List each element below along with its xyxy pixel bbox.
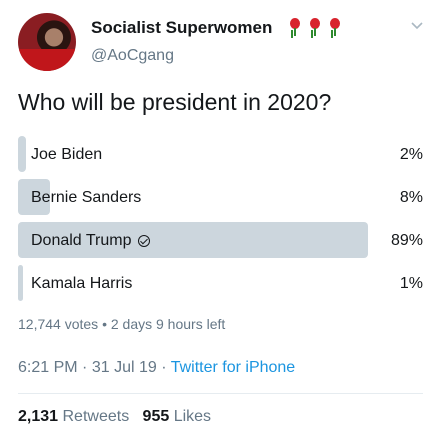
tweet-stats: 2,131 Retweets 955 Likes (18, 408, 211, 426)
display-name[interactable]: Socialist Superwomen (91, 18, 272, 38)
poll-option-percent: 8% (399, 189, 423, 206)
poll-option: Joe Biden 2% (18, 136, 423, 172)
poll-option-label: Joe Biden (31, 146, 103, 163)
rose-emoji-icon (327, 17, 343, 37)
tweet-date[interactable]: 31 Jul 19 (92, 359, 157, 376)
dot-separator: · (161, 359, 167, 376)
user-handle[interactable]: @AoCgang (91, 47, 174, 65)
poll-option-label: Kamala Harris (31, 275, 133, 292)
tweet-header: Socialist Superwomen @AoCgang (18, 12, 423, 72)
check-circle-icon (137, 235, 150, 247)
poll-option-percent: 2% (399, 146, 423, 163)
rose-emoji-icon (307, 17, 323, 37)
name-emoji-group (287, 17, 343, 37)
poll-question: Who will be president in 2020? (18, 89, 332, 115)
likes-label: Likes (173, 408, 212, 425)
likes-count: 955 (142, 408, 170, 425)
poll-result-bar (18, 265, 23, 301)
poll: Joe Biden 2% Bernie Sanders 8% Donald Tr… (18, 136, 423, 308)
tweet-timestamp: 6:21 PM · 31 Jul 19 · Twitter for iPhone (18, 359, 295, 377)
poll-option-percent: 89% (390, 232, 423, 249)
poll-option-label: Bernie Sanders (31, 189, 142, 206)
poll-option-label: Donald Trump (31, 232, 150, 250)
divider (18, 393, 423, 394)
time-left: 2 days 9 hours left (110, 316, 226, 332)
tweet-time[interactable]: 6:21 PM (18, 359, 78, 376)
rose-emoji-icon (287, 17, 303, 37)
retweets-stat[interactable]: 2,131 Retweets (18, 408, 129, 425)
avatar[interactable] (18, 13, 76, 71)
poll-meta: 12,744 votes • 2 days 9 hours left (18, 316, 225, 332)
poll-option: Donald Trump 89% (18, 222, 423, 258)
tweet-source-link[interactable]: Twitter for iPhone (171, 359, 296, 376)
retweets-count: 2,131 (18, 408, 59, 425)
poll-result-bar (18, 136, 26, 172)
poll-option: Kamala Harris 1% (18, 265, 423, 301)
poll-option-percent: 1% (399, 275, 423, 292)
likes-stat[interactable]: 955 Likes (143, 408, 212, 425)
poll-option: Bernie Sanders 8% (18, 179, 423, 215)
dot-separator: · (82, 359, 88, 376)
chevron-down-icon[interactable] (411, 22, 423, 30)
vote-count: 12,744 votes (18, 316, 99, 332)
retweets-label: Retweets (62, 408, 130, 425)
bullet-separator: • (102, 316, 107, 332)
